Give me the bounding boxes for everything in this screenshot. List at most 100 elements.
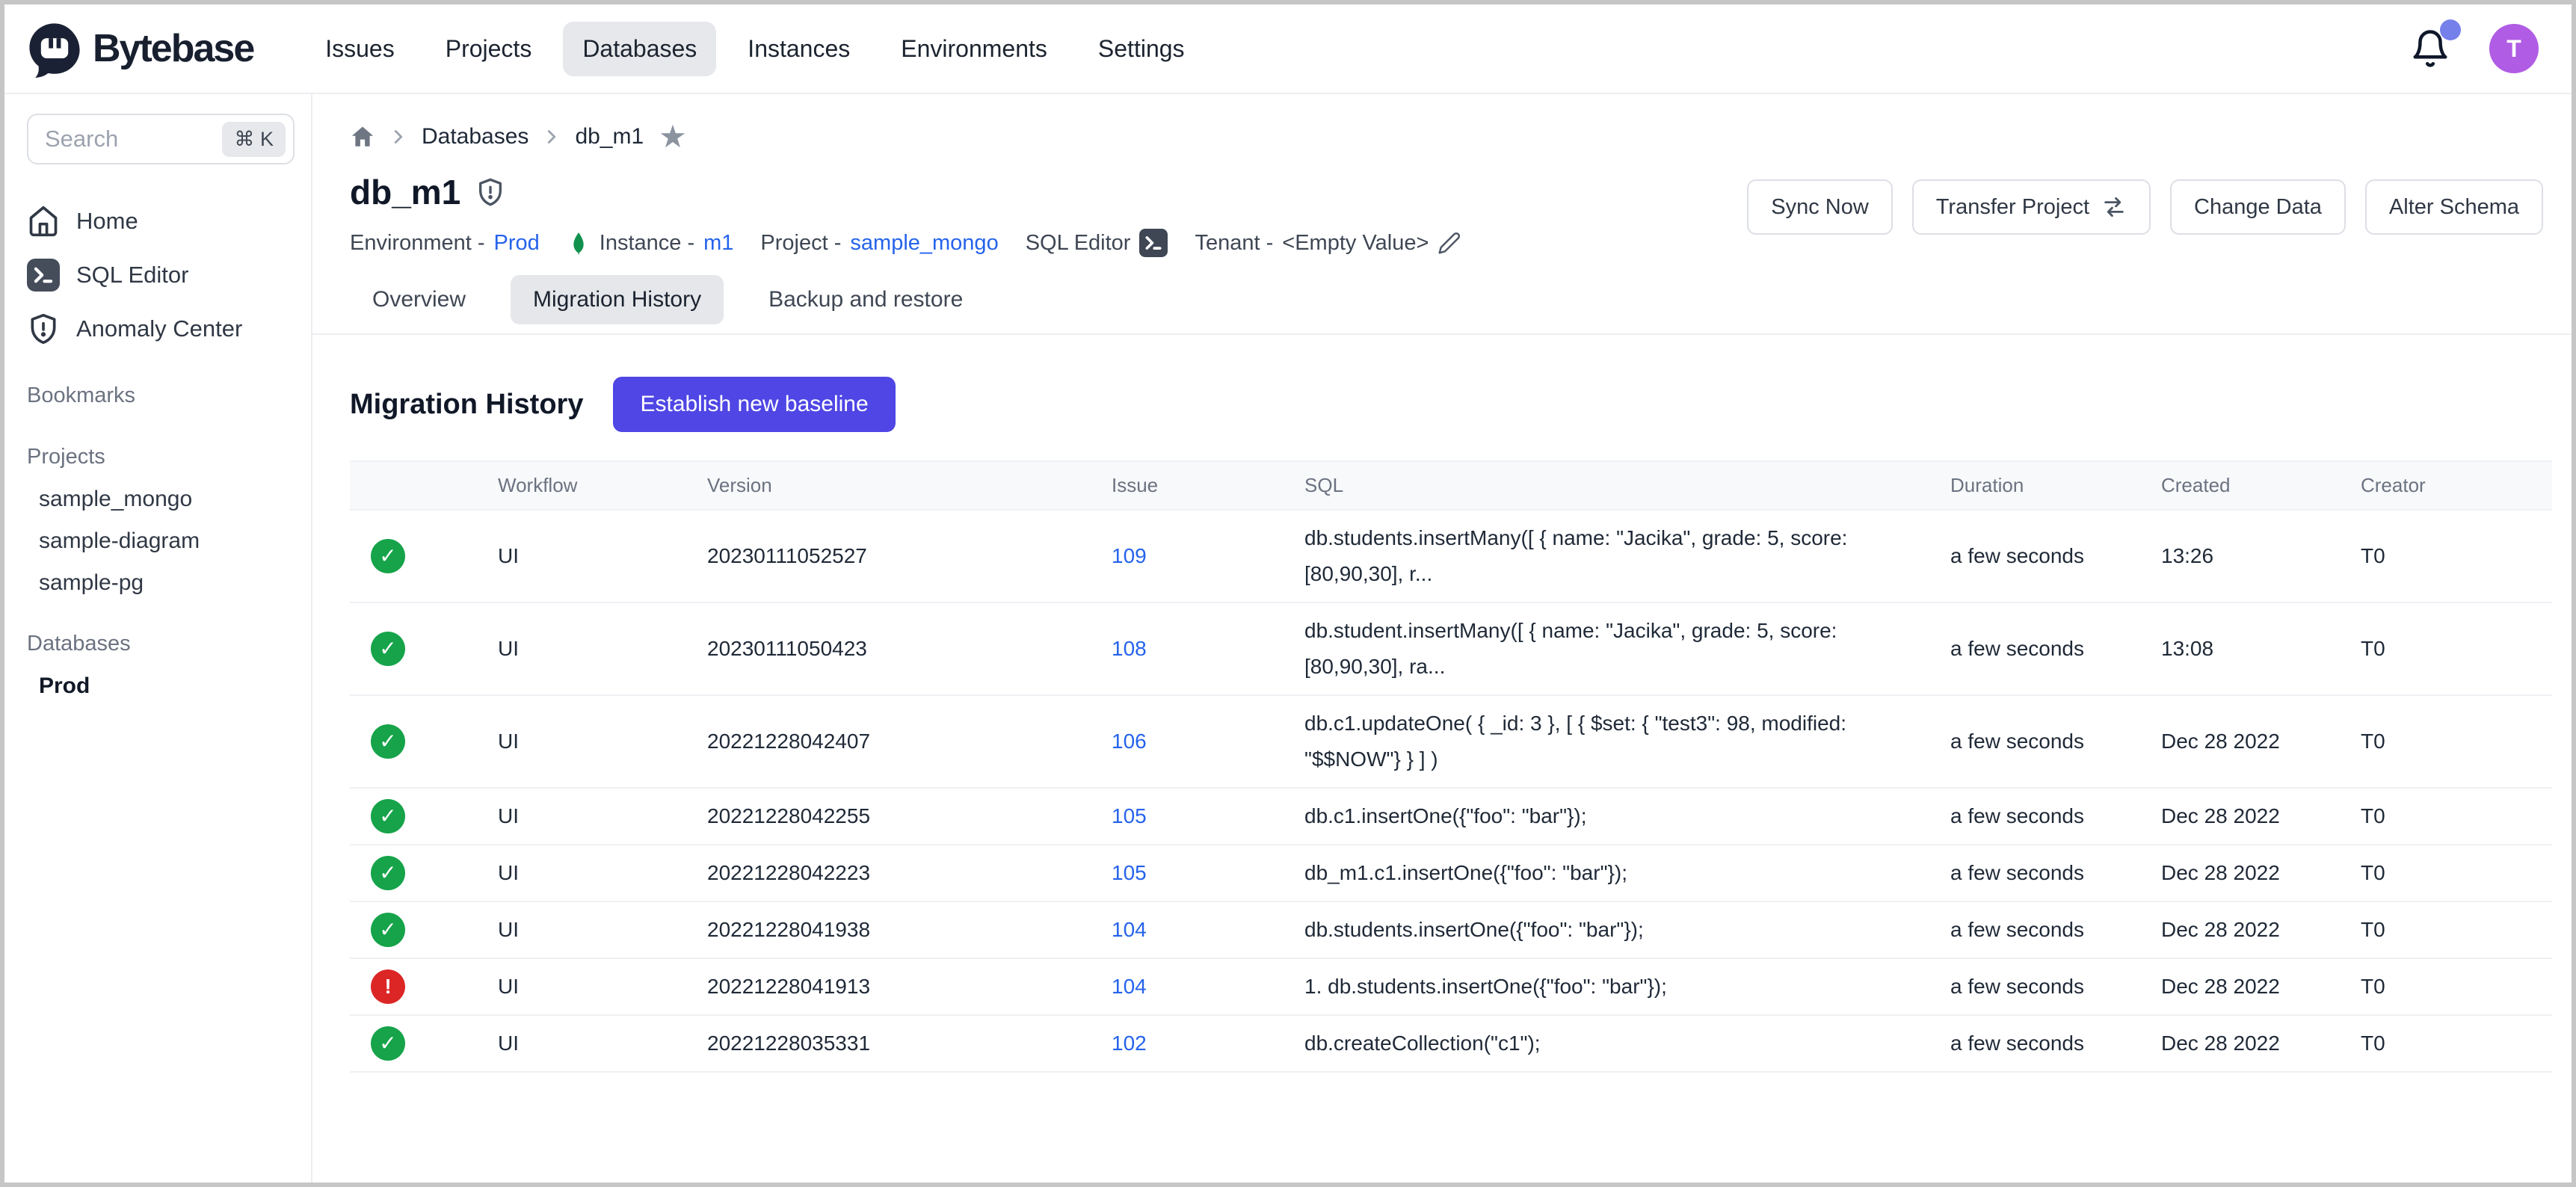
row-created: Dec 28 2022	[2161, 958, 2361, 1015]
row-status-cell: !	[350, 958, 498, 1015]
issue-link[interactable]: 104	[1112, 918, 1147, 941]
bytebase-logo-icon	[25, 19, 84, 78]
row-sql: 1. db.students.insertOne({"foo": "bar"})…	[1304, 958, 1950, 1015]
row-status-cell: ✓	[350, 602, 498, 695]
sync-now-label: Sync Now	[1771, 195, 1869, 220]
change-data-button[interactable]: Change Data	[2170, 179, 2346, 235]
topbar-right: T	[2410, 24, 2539, 73]
sidebar-project-sample-pg[interactable]: sample-pg	[27, 562, 295, 604]
instance-link[interactable]: m1	[703, 231, 733, 256]
tab-divider	[312, 333, 2572, 335]
migration-table-body: ✓UI20230111052527109db.students.insertMa…	[350, 510, 2552, 1072]
row-status-cell: ✓	[350, 1015, 498, 1072]
issue-link[interactable]: 104	[1112, 975, 1147, 998]
bytebase-logo[interactable]: Bytebase	[25, 19, 253, 78]
sync-now-button[interactable]: Sync Now	[1747, 179, 1893, 235]
nav-item-issues[interactable]: Issues	[306, 22, 413, 76]
row-version: 20230111052527	[707, 510, 1112, 602]
breadcrumb-current: db_m1	[575, 124, 644, 149]
establish-baseline-button[interactable]: Establish new baseline	[613, 377, 895, 432]
home-icon[interactable]	[350, 124, 375, 149]
search-placeholder: Search	[45, 126, 118, 152]
issue-link[interactable]: 109	[1112, 544, 1147, 567]
nav-item-databases[interactable]: Databases	[563, 22, 716, 76]
sidebar-section-bookmarks: Bookmarks	[27, 374, 295, 417]
tab-overview[interactable]: Overview	[350, 275, 488, 324]
project-link[interactable]: sample_mongo	[850, 231, 998, 256]
row-creator: T0	[2361, 695, 2552, 788]
chevron-right-icon	[540, 126, 563, 148]
meta-sql-editor[interactable]: SQL Editor	[1026, 229, 1168, 257]
row-duration: a few seconds	[1950, 510, 2161, 602]
row-workflow: UI	[498, 1015, 707, 1072]
nav-item-environments[interactable]: Environments	[881, 22, 1067, 76]
table-row: ✓UI20221228042407106db.c1.updateOne( { _…	[350, 695, 2552, 788]
row-issue-cell: 105	[1112, 845, 1304, 901]
project-label: Project -	[760, 231, 841, 256]
row-sql: db.student.insertMany([ { name: "Jacika"…	[1304, 602, 1950, 695]
main-nav: Issues Projects Databases Instances Envi…	[306, 22, 1204, 76]
tab-migration-history[interactable]: Migration History	[511, 275, 724, 324]
home-icon	[27, 205, 60, 238]
table-row: ✓UI20230111050423108db.student.insertMan…	[350, 602, 2552, 695]
row-status-cell: ✓	[350, 901, 498, 958]
row-version: 20221228035331	[707, 1015, 1112, 1072]
bookmark-star-icon[interactable]: ★	[659, 121, 687, 152]
row-sql: db.c1.insertOne({"foo": "bar"});	[1304, 788, 1950, 845]
row-created: Dec 28 2022	[2161, 695, 2361, 788]
row-issue-cell: 104	[1112, 901, 1304, 958]
row-created: 13:08	[2161, 602, 2361, 695]
edit-pencil-icon[interactable]	[1438, 231, 1461, 255]
row-workflow: UI	[498, 958, 707, 1015]
row-creator: T0	[2361, 901, 2552, 958]
issue-link[interactable]: 106	[1112, 730, 1147, 753]
terminal-icon	[27, 259, 60, 292]
chevron-right-icon	[387, 126, 410, 148]
issue-link[interactable]: 105	[1112, 861, 1147, 884]
transfer-project-button[interactable]: Transfer Project	[1912, 179, 2151, 235]
shield-alert-icon	[475, 177, 505, 207]
breadcrumb-databases[interactable]: Databases	[422, 124, 529, 149]
migration-table: Workflow Version Issue SQL Duration Crea…	[350, 460, 2543, 1073]
row-sql: db_m1.c1.insertOne({"foo": "bar"});	[1304, 845, 1950, 901]
sidebar-project-sample-diagram[interactable]: sample-diagram	[27, 520, 295, 562]
row-workflow: UI	[498, 901, 707, 958]
row-workflow: UI	[498, 695, 707, 788]
meta-tenant: Tenant - <Empty Value>	[1195, 231, 1461, 256]
issue-link[interactable]: 108	[1112, 637, 1147, 660]
row-creator: T0	[2361, 788, 2552, 845]
row-creator: T0	[2361, 958, 2552, 1015]
column-workflow: Workflow	[498, 461, 707, 510]
row-duration: a few seconds	[1950, 1015, 2161, 1072]
issue-link[interactable]: 105	[1112, 804, 1147, 827]
environment-label: Environment -	[350, 231, 485, 256]
sidebar-item-label: Anomaly Center	[76, 315, 242, 342]
alter-schema-button[interactable]: Alter Schema	[2365, 179, 2543, 235]
sidebar-item-sql-editor[interactable]: SQL Editor	[27, 248, 295, 302]
sidebar-item-home[interactable]: Home	[27, 194, 295, 248]
row-created: Dec 28 2022	[2161, 901, 2361, 958]
sidebar-database-prod[interactable]: Prod	[27, 665, 295, 707]
row-workflow: UI	[498, 602, 707, 695]
nav-item-settings[interactable]: Settings	[1079, 22, 1204, 76]
tab-backup-and-restore[interactable]: Backup and restore	[746, 275, 985, 324]
row-status-cell: ✓	[350, 695, 498, 788]
row-workflow: UI	[498, 510, 707, 602]
meta-instance: Instance - m1	[567, 231, 734, 256]
notification-bell-button[interactable]	[2410, 28, 2450, 69]
column-duration: Duration	[1950, 461, 2161, 510]
page-header: db_m1 Environment - Prod	[350, 172, 2543, 257]
app-window: Bytebase Issues Projects Databases Insta…	[0, 0, 2576, 1187]
meta-environment: Environment - Prod	[350, 231, 540, 256]
row-created: Dec 28 2022	[2161, 845, 2361, 901]
issue-link[interactable]: 102	[1112, 1032, 1147, 1055]
sidebar-project-sample-mongo[interactable]: sample_mongo	[27, 478, 295, 520]
sidebar-item-anomaly-center[interactable]: Anomaly Center	[27, 302, 295, 356]
user-avatar[interactable]: T	[2489, 24, 2539, 73]
search-input[interactable]: Search ⌘ K	[27, 114, 295, 164]
row-creator: T0	[2361, 845, 2552, 901]
nav-item-instances[interactable]: Instances	[728, 22, 869, 76]
environment-link[interactable]: Prod	[494, 231, 540, 256]
sidebar: Search ⌘ K Home SQL Editor	[4, 94, 312, 1183]
nav-item-projects[interactable]: Projects	[426, 22, 552, 76]
